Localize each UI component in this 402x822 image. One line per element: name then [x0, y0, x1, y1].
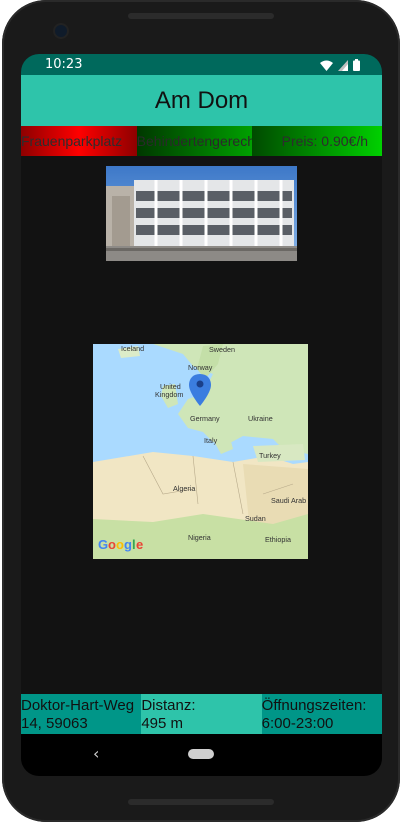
distance-label: Distanz: — [141, 697, 196, 714]
opening-hours-cell: Öffnungszeiten: 6:00-23:00 — [261, 694, 382, 734]
location-map[interactable]: Iceland Sweden Norway United Kingdom Ger… — [93, 344, 308, 559]
top-speaker — [128, 13, 274, 19]
svg-text:e: e — [136, 537, 143, 552]
svg-text:Sudan: Sudan — [245, 514, 266, 523]
svg-text:G: G — [98, 537, 108, 552]
address-cell: Doktor-Hart-Weg 14, 59063 — [21, 694, 142, 734]
page-title: Am Dom — [154, 87, 249, 114]
app-bar: Am Dom — [21, 75, 382, 126]
phone-frame: 10:23 Am Dom Frauenparkplatz Behinderten… — [2, 0, 400, 822]
back-icon[interactable]: ‹ — [93, 744, 99, 763]
opening-hours-value: 6:00-23:00 — [261, 715, 334, 732]
women-parking-tag: Frauenparkplatz — [21, 126, 137, 156]
front-camera — [55, 25, 67, 37]
parking-garage-photo[interactable] — [106, 166, 297, 261]
disabled-access-tag: Behindertengerecht — [136, 126, 253, 156]
screen: 10:23 Am Dom Frauenparkplatz Behinderten… — [21, 54, 382, 776]
svg-text:Norway: Norway — [188, 363, 213, 372]
distance-value: 495 m — [141, 715, 184, 732]
svg-text:Nigeria: Nigeria — [188, 533, 211, 542]
opening-hours-label: Öffnungszeiten: — [261, 697, 367, 714]
battery-icon — [353, 59, 360, 71]
svg-text:Turkey: Turkey — [259, 451, 281, 460]
wifi-icon — [320, 60, 333, 71]
svg-text:Germany: Germany — [190, 414, 220, 423]
svg-text:Italy: Italy — [204, 436, 218, 445]
svg-text:g: g — [124, 537, 132, 552]
home-button[interactable] — [188, 749, 214, 759]
navigation-bar: ‹ — [21, 734, 382, 776]
google-logo: G o o g l e — [98, 537, 143, 552]
bottom-speaker — [128, 799, 274, 805]
svg-text:Iceland: Iceland — [121, 344, 144, 353]
address-text: Doktor-Hart-Weg 14, 59063 — [21, 697, 135, 732]
info-bar: Doktor-Hart-Weg 14, 59063 Distanz: 495 m… — [21, 694, 382, 734]
svg-text:Kingdom: Kingdom — [155, 390, 183, 399]
status-time: 10:23 — [45, 57, 83, 72]
svg-text:Algeria: Algeria — [173, 484, 195, 493]
status-icons — [320, 59, 360, 71]
distance-cell: Distanz: 495 m — [141, 694, 262, 734]
status-bar: 10:23 — [21, 54, 382, 75]
svg-text:Ukraine: Ukraine — [248, 414, 273, 423]
svg-text:Sweden: Sweden — [209, 345, 235, 354]
feature-tags: Frauenparkplatz Behindertengerecht Preis… — [21, 126, 382, 156]
svg-text:Saudi Arab: Saudi Arab — [271, 496, 306, 505]
price-tag: Preis: 0.90€/h — [252, 126, 382, 156]
map-canvas[interactable]: Iceland Sweden Norway United Kingdom Ger… — [93, 344, 308, 559]
svg-text:o: o — [116, 537, 124, 552]
signal-icon — [338, 59, 348, 71]
svg-text:Ethiopia: Ethiopia — [265, 535, 291, 544]
svg-text:o: o — [108, 537, 116, 552]
